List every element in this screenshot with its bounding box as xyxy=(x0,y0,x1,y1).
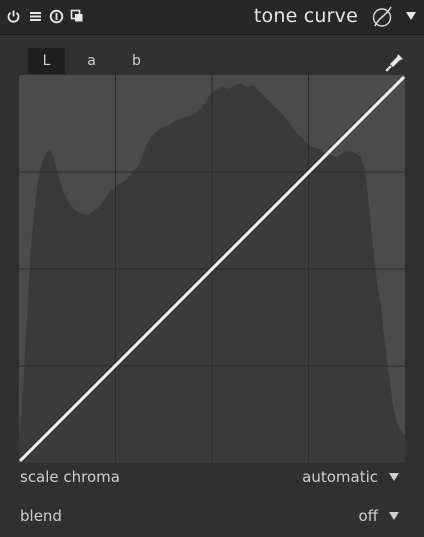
multi-instance-icon[interactable] xyxy=(69,8,85,24)
tab-l[interactable]: L xyxy=(28,48,65,74)
display-mask-icon[interactable] xyxy=(370,5,396,29)
collapse-arrow-icon[interactable] xyxy=(404,9,418,23)
tab-b[interactable]: b xyxy=(119,48,154,74)
presets-menu-icon[interactable] xyxy=(27,8,43,24)
tab-a[interactable]: a xyxy=(74,48,109,74)
blend-dropdown-icon[interactable] xyxy=(389,512,399,520)
power-icon[interactable] xyxy=(5,8,21,24)
scale-chroma-label: scale chroma xyxy=(20,468,120,486)
curve-graph[interactable] xyxy=(18,75,406,463)
color-picker-icon[interactable] xyxy=(384,51,406,73)
scale-chroma-value[interactable]: automatic xyxy=(302,468,378,486)
module-header[interactable]: tone curve xyxy=(0,0,424,35)
blend-value[interactable]: off xyxy=(358,507,378,525)
scale-chroma-dropdown-icon[interactable] xyxy=(389,473,399,481)
blend-label: blend xyxy=(20,507,62,525)
tone-curve-module: tone curve L a b scale chroma automatic … xyxy=(0,0,424,537)
module-title: tone curve xyxy=(253,5,358,27)
reset-icon[interactable] xyxy=(48,8,64,24)
